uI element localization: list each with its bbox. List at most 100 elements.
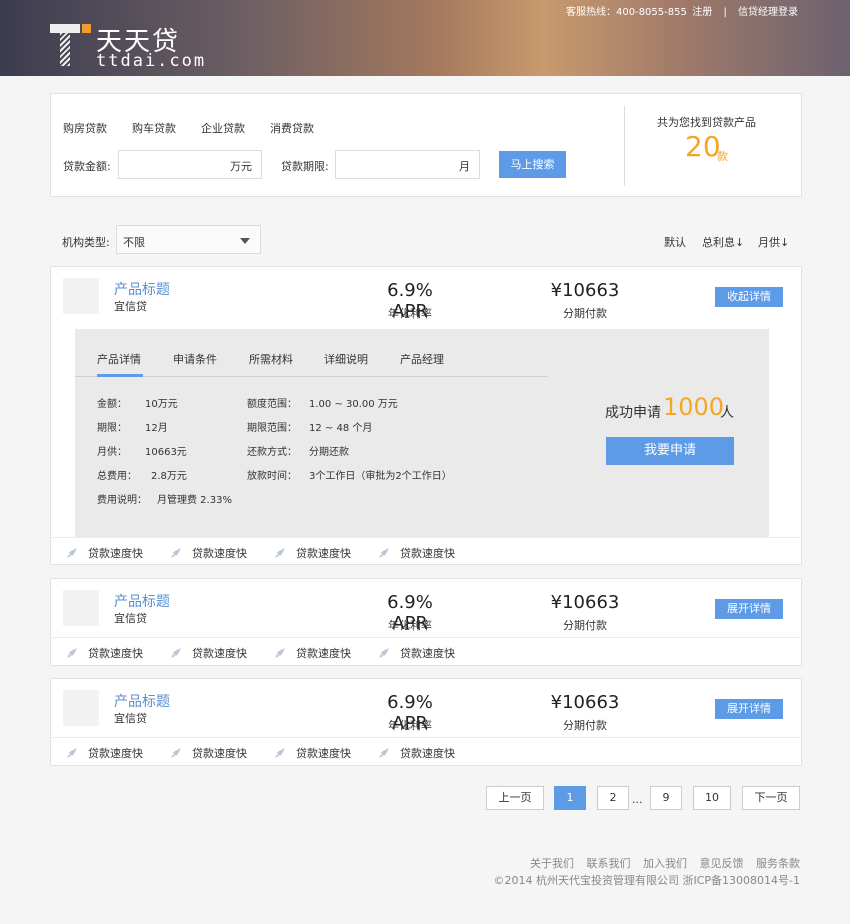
active-tab-indicator xyxy=(97,374,143,377)
site-header: 天天贷 ttdai.com 客服热线：400-8055-855 注册 | 信贷经… xyxy=(0,0,850,76)
toggle-details-button[interactable]: 展开详情 xyxy=(715,699,783,719)
tab-materials[interactable]: 所需材料 xyxy=(249,351,293,367)
product-details-panel: 产品详情 申请条件 所需材料 详细说明 产品经理 金额： 10万元 期限： 12月 … xyxy=(75,329,769,537)
product-payment-label: 分期付款 xyxy=(563,619,607,632)
product-payment: ¥10663 xyxy=(550,592,620,613)
feature-text: 贷款速度快 xyxy=(400,647,455,660)
loan-type-house[interactable]: 购房贷款 xyxy=(63,120,107,136)
rocket-icon xyxy=(379,748,389,758)
product-payment: ¥10663 xyxy=(550,692,620,713)
found-count: 20 xyxy=(685,130,721,163)
tab-requirements[interactable]: 申请条件 xyxy=(173,351,217,367)
register-link[interactable]: 注册 xyxy=(692,7,712,18)
feature-text: 贷款速度快 xyxy=(296,747,351,760)
footer-links: 关于我们 联系我们 加入我们 意见反馈 服务条款 xyxy=(521,855,800,871)
product-card: 产品标题 宜信贷 6.9% APR 年化利率 ¥10663 分期付款 展开详情 … xyxy=(50,678,803,766)
tab-description[interactable]: 详细说明 xyxy=(324,351,368,367)
footer-link-terms[interactable]: 服务条款 xyxy=(756,857,800,870)
rocket-icon xyxy=(171,648,181,658)
search-button[interactable]: 马上搜索 xyxy=(499,151,566,178)
product-rate-label: 年化利率 xyxy=(388,619,432,632)
feature-tag: 贷款速度快 xyxy=(274,745,351,761)
product-title[interactable]: 产品标题 xyxy=(114,691,170,711)
chevron-down-icon xyxy=(240,238,250,244)
copyright: ©2014 杭州天代宝投资管理有限公司 浙ICP备13008014号-1 xyxy=(493,874,800,887)
feature-text: 贷款速度快 xyxy=(296,547,351,560)
feature-tag: 贷款速度快 xyxy=(274,645,351,661)
feature-text: 贷款速度快 xyxy=(400,547,455,560)
rocket-icon xyxy=(67,648,77,658)
org-type-label: 机构类型: xyxy=(62,236,110,249)
apply-count: 1000 xyxy=(663,393,725,421)
manager-login-link[interactable]: 信贷经理登录 xyxy=(738,7,798,18)
detail-repayment: 还款方式： 分期还款 xyxy=(247,447,349,458)
product-title[interactable]: 产品标题 xyxy=(114,591,170,611)
page-button-2[interactable]: 2 xyxy=(597,786,629,810)
term-label: 贷款期限: xyxy=(281,160,329,173)
org-type-value: 不限 xyxy=(123,236,145,249)
feature-text: 贷款速度快 xyxy=(400,747,455,760)
tab-product-details[interactable]: 产品详情 xyxy=(97,351,141,367)
tab-manager[interactable]: 产品经理 xyxy=(400,351,444,367)
prev-page-button[interactable]: 上一页 xyxy=(486,786,544,810)
footer-link-feedback[interactable]: 意见反馈 xyxy=(700,857,744,870)
feature-tag: 贷款速度快 xyxy=(378,545,455,561)
product-rate-label: 年化利率 xyxy=(388,719,432,732)
product-card: 产品标题 宜信贷 6.9% APR 年化利率 ¥10663 分期付款 展开详情 … xyxy=(50,578,803,666)
feature-tag: 贷款速度快 xyxy=(378,645,455,661)
feature-tag: 贷款速度快 xyxy=(66,745,143,761)
feature-tag: 贷款速度快 xyxy=(378,745,455,761)
logo-text-en: ttdai.com xyxy=(96,51,207,71)
rocket-icon xyxy=(67,548,77,558)
apply-button[interactable]: 我要申请 xyxy=(606,437,734,465)
rocket-icon xyxy=(171,748,181,758)
product-payment: ¥10663 xyxy=(550,280,620,301)
feature-text: 贷款速度快 xyxy=(88,647,143,660)
page-button-10[interactable]: 10 xyxy=(693,786,731,810)
amount-input[interactable]: 万元 xyxy=(118,150,262,179)
site-logo[interactable]: 天天贷 ttdai.com xyxy=(50,22,204,71)
detail-term-range: 期限范围： 12 ~ 48 个月 xyxy=(247,423,373,434)
loan-type-business[interactable]: 企业贷款 xyxy=(201,120,245,136)
top-links: 注册 | 信贷经理登录 xyxy=(688,3,802,18)
rocket-icon xyxy=(67,748,77,758)
toggle-details-button[interactable]: 展开详情 xyxy=(715,599,783,619)
sort-default[interactable]: 默认 xyxy=(664,234,686,250)
feature-text: 贷款速度快 xyxy=(192,547,247,560)
loan-type-tabs: 购房贷款 购车贷款 企业贷款 消费贷款 xyxy=(63,120,339,136)
amount-unit: 万元 xyxy=(230,160,252,173)
footer-link-about[interactable]: 关于我们 xyxy=(530,857,574,870)
loan-type-consumer[interactable]: 消费贷款 xyxy=(270,120,314,136)
detail-total-cost: 总费用： 2.8万元 xyxy=(97,471,187,482)
loan-type-car[interactable]: 购车贷款 xyxy=(132,120,176,136)
detail-amount-range: 额度范围： 1.00 ~ 30.00 万元 xyxy=(247,399,398,410)
term-input[interactable]: 月 xyxy=(335,150,480,179)
footer-link-join[interactable]: 加入我们 xyxy=(643,857,687,870)
product-title[interactable]: 产品标题 xyxy=(114,279,170,299)
tabs-underline xyxy=(75,376,548,377)
product-lender: 宜信贷 xyxy=(114,612,147,625)
sort-interest[interactable]: 总利息↓ xyxy=(702,234,744,250)
page-button-9[interactable]: 9 xyxy=(650,786,682,810)
product-lender: 宜信贷 xyxy=(114,712,147,725)
feature-text: 贷款速度快 xyxy=(88,747,143,760)
page-ellipsis: ... xyxy=(632,793,643,806)
term-unit: 月 xyxy=(459,160,470,173)
detail-monthly: 月供： 10663元 xyxy=(97,447,187,458)
sort-monthly[interactable]: 月供↓ xyxy=(758,234,789,250)
apply-count-unit: 人 xyxy=(720,405,734,421)
footer-link-contact[interactable]: 联系我们 xyxy=(587,857,631,870)
feature-tag: 贷款速度快 xyxy=(66,645,143,661)
divider xyxy=(624,106,625,186)
org-type-select[interactable]: 不限 xyxy=(116,225,261,254)
product-payment-label: 分期付款 xyxy=(563,307,607,320)
feature-tag: 贷款速度快 xyxy=(274,545,351,561)
rocket-icon xyxy=(379,648,389,658)
product-lender: 宜信贷 xyxy=(114,300,147,313)
toggle-details-button[interactable]: 收起详情 xyxy=(715,287,783,307)
product-thumbnail xyxy=(63,278,99,314)
found-text: 共为您找到贷款产品 xyxy=(657,116,756,129)
next-page-button[interactable]: 下一页 xyxy=(742,786,800,810)
apply-count-label: 成功申请 xyxy=(605,405,661,421)
page-button-1[interactable]: 1 xyxy=(554,786,586,810)
